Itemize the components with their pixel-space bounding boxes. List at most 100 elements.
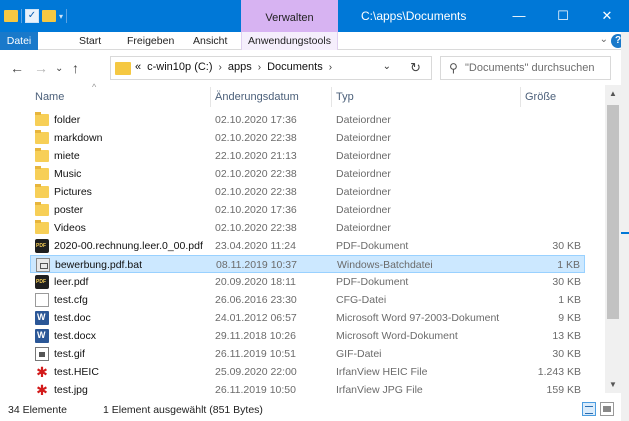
tab-view[interactable]: Ansicht (193, 32, 227, 50)
file-row[interactable]: test.docx 29.11.2018 10:26 Microsoft Word-… (30, 327, 585, 345)
file-size: 1.243 KB (537, 366, 581, 378)
file-date: 20.09.2020 18:11 (215, 276, 296, 288)
folder-icon (35, 220, 49, 234)
file-name: bewerbung.pdf.bat (55, 259, 142, 271)
chevron-right-icon[interactable]: › (329, 62, 332, 73)
quick-access-toolbar: ✓ ▾ (4, 6, 68, 26)
scrollbar-thumb[interactable] (607, 105, 619, 319)
properties-icon[interactable]: ✓ (25, 9, 39, 23)
scroll-down-icon[interactable]: ▼ (609, 380, 617, 389)
chevron-right-icon[interactable]: › (219, 62, 222, 73)
file-row[interactable]: test.gif 26.11.2019 10:51 GIF-Datei 30 KB (30, 345, 585, 363)
column-divider[interactable] (210, 87, 211, 107)
file-row[interactable]: 2020-00.rechnung.leer.0_00.pdf 23.04.2020… (30, 237, 585, 255)
expand-ribbon-icon[interactable]: ⌄ (600, 34, 608, 45)
file-size: 1 KB (558, 294, 581, 306)
column-divider[interactable] (331, 87, 332, 107)
sort-ascending-icon: ^ (92, 82, 97, 92)
file-row[interactable]: folder 02.10.2020 17:36 Dateiordner (30, 111, 585, 129)
context-tab-manage[interactable]: Verwalten (241, 0, 338, 32)
address-bar[interactable]: « c-win10p (C:) › apps › Documents › ⌄ ↻ (110, 56, 432, 80)
file-type: PDF-Dokument (336, 276, 409, 288)
file-row[interactable]: poster 02.10.2020 17:36 Dateiordner (30, 201, 585, 219)
file-row[interactable]: Videos 02.10.2020 22:38 Dateiordner (30, 219, 585, 237)
customize-toolbar-icon[interactable]: ▾ (59, 12, 63, 21)
file-row[interactable]: miete 22.10.2020 21:13 Dateiordner (30, 147, 585, 165)
title-bar: ✓ ▾ Verwalten C:\apps\Documents — ☐ ✕ (0, 0, 629, 32)
column-header-size[interactable]: Größe (525, 91, 556, 103)
file-name: folder (54, 114, 81, 126)
column-header-date[interactable]: Änderungsdatum (215, 91, 299, 103)
file-row[interactable]: Pictures 02.10.2020 22:38 Dateiordner (30, 183, 585, 201)
up-button[interactable]: ↑ (72, 60, 79, 76)
minimize-button[interactable]: — (497, 0, 541, 32)
file-row[interactable]: markdown 02.10.2020 22:38 Dateiordner (30, 129, 585, 147)
pdf-icon (35, 275, 49, 289)
file-date: 26.11.2019 10:50 (215, 384, 296, 396)
scroll-up-icon[interactable]: ▲ (609, 89, 617, 98)
file-name: test.HEIC (54, 366, 99, 378)
pdf-icon (35, 239, 49, 253)
file-name: poster (54, 204, 84, 216)
back-button[interactable]: ← (10, 60, 24, 76)
file-row[interactable]: ✱ test.jpg 26.11.2019 10:50 IrfanView JPG F… (30, 381, 585, 399)
close-button[interactable]: ✕ (585, 0, 629, 32)
file-name: 2020-00.rechnung.leer.0_00.pdf (54, 240, 203, 252)
column-header-row: Name ^ Änderungsdatum Typ Größe (0, 82, 605, 109)
large-icons-view-icon[interactable] (600, 402, 614, 416)
file-size: 159 KB (546, 384, 581, 396)
file-date: 02.10.2020 17:36 (215, 114, 297, 126)
file-date: 26.06.2016 23:30 (215, 294, 297, 306)
chevron-right-icon[interactable]: › (258, 62, 261, 73)
file-row[interactable]: test.cfg 26.06.2016 23:30 CFG-Datei 1 KB (30, 291, 585, 309)
irfanview-icon: ✱ (36, 364, 48, 380)
tab-share[interactable]: Freigeben (127, 32, 174, 50)
folder-icon (115, 62, 131, 75)
search-input[interactable]: ⚲ "Documents" durchsuchen (440, 56, 611, 80)
file-date: 02.10.2020 22:38 (215, 222, 297, 234)
file-name: Pictures (54, 186, 92, 198)
folder-icon (35, 130, 49, 144)
folder-icon (35, 148, 49, 162)
search-placeholder: "Documents" durchsuchen (465, 62, 595, 74)
status-bar: 34 Elemente 1 Element ausgewählt (851 By… (0, 399, 621, 421)
file-name: miete (54, 150, 80, 162)
file-date: 02.10.2020 17:36 (215, 204, 297, 216)
tab-file[interactable]: Datei (0, 32, 38, 50)
address-history-dropdown[interactable]: ⌄ (383, 61, 391, 72)
file-type: Dateiordner (336, 222, 391, 234)
ribbon-tabs: Datei Start Freigeben Ansicht Anwendungs… (0, 32, 629, 50)
word-icon (35, 311, 49, 325)
file-type: Windows-Batchdatei (337, 259, 433, 271)
file-type: IrfanView HEIC File (336, 366, 428, 378)
batch-file-icon (36, 258, 50, 272)
vertical-scrollbar[interactable]: ▲ ▼ (605, 85, 621, 393)
tab-home[interactable]: Start (79, 32, 101, 50)
maximize-button[interactable]: ☐ (541, 0, 585, 32)
file-type: Dateiordner (336, 204, 391, 216)
new-folder-icon[interactable] (42, 10, 56, 22)
file-row[interactable]: test.doc 24.01.2012 06:57 Microsoft Word 9… (30, 309, 585, 327)
breadcrumb-apps[interactable]: apps (228, 61, 252, 73)
details-view-icon[interactable] (582, 402, 596, 416)
file-row[interactable]: bewerbung.pdf.bat 08.11.2019 10:37 Windows… (30, 255, 585, 273)
file-size: 13 KB (552, 330, 581, 342)
file-row[interactable]: ✱ test.HEIC 25.09.2020 22:00 IrfanView HEIC… (30, 363, 585, 381)
column-header-type[interactable]: Typ (336, 91, 354, 103)
breadcrumb-overflow[interactable]: « (135, 61, 141, 73)
breadcrumb-drive[interactable]: c-win10p (C:) (147, 61, 212, 73)
window-title: C:\apps\Documents (361, 9, 467, 23)
recent-locations-button[interactable]: ⌄ (55, 63, 63, 74)
item-count: 34 Elemente (8, 404, 67, 416)
file-type: CFG-Datei (336, 294, 387, 306)
file-date: 29.11.2018 10:26 (215, 330, 296, 342)
forward-button[interactable]: → (34, 60, 48, 76)
selection-info: 1 Element ausgewählt (851 Bytes) (103, 404, 263, 416)
breadcrumb-documents[interactable]: Documents (267, 61, 323, 73)
file-row[interactable]: Music 02.10.2020 22:38 Dateiordner (30, 165, 585, 183)
tab-application-tools[interactable]: Anwendungstools (241, 32, 338, 50)
column-divider[interactable] (520, 87, 521, 107)
refresh-button[interactable]: ↻ (410, 60, 421, 76)
file-row[interactable]: leer.pdf 20.09.2020 18:11 PDF-Dokument 30 K… (30, 273, 585, 291)
column-header-name[interactable]: Name (35, 91, 64, 103)
